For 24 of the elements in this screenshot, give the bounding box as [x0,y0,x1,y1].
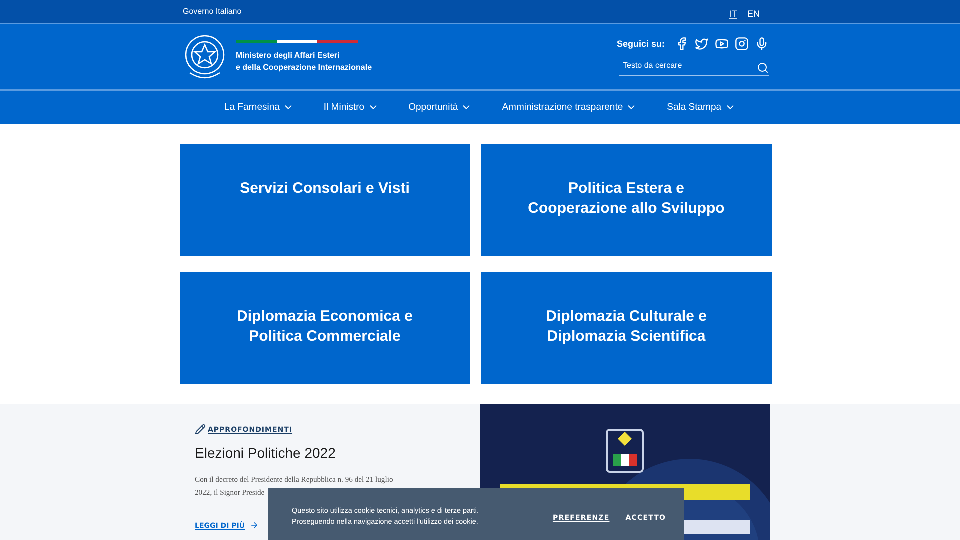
language-link[interactable]: IT [729,9,738,19]
section-tile[interactable]: Servizi Consolari e Visti [180,144,470,256]
government-label[interactable]: Governo Italiano [183,7,242,16]
microphone-icon[interactable] [755,37,769,51]
youtube-icon[interactable] [715,37,729,51]
twitter-icon[interactable] [695,37,709,51]
article-title: Elezioni Politiche 2022 [195,445,337,461]
search-field[interactable]: Testo da cercare [619,59,769,76]
search-icon[interactable] [757,62,769,74]
pencil-icon [195,424,206,435]
nav-menu-item[interactable]: Il Ministro [324,102,379,113]
arrow-right-icon [250,521,260,530]
nav-menu-item[interactable]: Sala Stampa [667,102,736,113]
ministry-title: e della Cooperazione Internazionale [236,63,372,73]
follow-label: Seguici su: [616,39,665,49]
nav-menu-item[interactable]: Opportunità [408,102,472,113]
language-link[interactable]: EN [747,9,760,19]
nav-menu-item[interactable]: La Farnesina [224,102,294,113]
nav-menu-item[interactable]: Amministrazione trasparente [502,102,638,113]
section-tile[interactable]: Politica Estera e Cooperazione allo Sviluppo [481,144,772,256]
ministry-title: Ministero degli Affari Esteri [236,51,341,61]
section-tile[interactable]: Diplomazia Economica e Politica Commerciale [180,272,470,384]
instagram-icon[interactable] [735,37,749,51]
section-tile[interactable]: Diplomazia Culturale e Diplomazia Scientifica [481,272,772,384]
